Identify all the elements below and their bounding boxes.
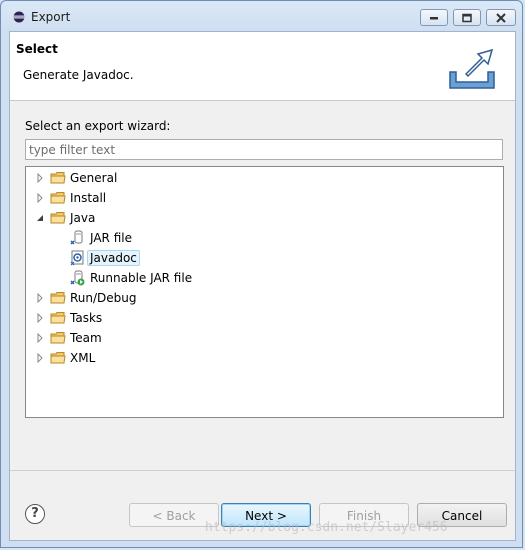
maximize-icon	[462, 13, 472, 22]
tree-item-general[interactable]: General	[35, 168, 117, 188]
tree-item-tasks[interactable]: Tasks	[35, 308, 102, 328]
expand-arrow-icon[interactable]	[35, 353, 45, 363]
tree-item-runnable-jar[interactable]: Runnable JAR file	[70, 268, 192, 288]
export-wizard-label: Select an export wizard:	[25, 119, 171, 133]
folder-icon	[50, 192, 66, 204]
minimize-button[interactable]	[420, 9, 448, 26]
tree-item-label: Run/Debug	[70, 291, 137, 305]
expand-arrow-icon[interactable]	[35, 313, 45, 323]
tree-item-label: JAR file	[90, 231, 132, 245]
tree-item-label: Team	[70, 331, 102, 345]
export-dialog: Export Select Generate Javadoc. Select a…	[0, 0, 523, 548]
wizard-tree[interactable]: General Install Java JAR file Javadoc Ru…	[25, 166, 504, 418]
eclipse-icon	[13, 11, 25, 23]
tree-item-team[interactable]: Team	[35, 328, 102, 348]
next-button[interactable]: Next >	[221, 503, 311, 527]
help-icon[interactable]: ?	[25, 504, 45, 524]
collapse-arrow-icon[interactable]	[35, 213, 45, 223]
button-bar-divider	[10, 470, 515, 471]
folder-icon	[50, 352, 66, 364]
javadoc-icon	[70, 250, 84, 266]
expand-arrow-icon[interactable]	[35, 193, 45, 203]
export-wizard-icon	[449, 48, 495, 89]
maximize-button[interactable]	[453, 9, 481, 26]
jar-file-icon	[70, 230, 83, 245]
wizard-header: Select Generate Javadoc.	[10, 32, 515, 101]
window-title: Export	[31, 10, 71, 24]
tree-item-run-debug[interactable]: Run/Debug	[35, 288, 137, 308]
tree-item-label: Tasks	[70, 311, 103, 325]
tree-item-install[interactable]: Install	[35, 188, 106, 208]
tree-item-label: Javadoc	[87, 250, 140, 266]
expand-arrow-icon[interactable]	[35, 173, 45, 183]
tree-item-xml[interactable]: XML	[35, 348, 95, 368]
expand-arrow-icon[interactable]	[35, 293, 45, 303]
dialog-body: Select Generate Javadoc. Select an expor…	[9, 31, 516, 541]
cancel-button[interactable]: Cancel	[417, 503, 507, 527]
finish-button[interactable]: Finish	[319, 503, 409, 527]
tree-item-label: General	[70, 171, 118, 185]
folder-icon	[50, 332, 66, 344]
tree-item-java[interactable]: Java	[35, 208, 95, 228]
folder-icon	[50, 292, 66, 304]
tree-item-label: XML	[70, 351, 96, 365]
folder-icon	[50, 172, 66, 184]
close-icon	[496, 12, 506, 23]
expand-arrow-icon[interactable]	[35, 333, 45, 343]
title-bar[interactable]: Export	[1, 1, 524, 31]
back-button[interactable]: < Back	[129, 503, 219, 527]
tree-item-label: Runnable JAR file	[90, 271, 193, 285]
page-title: Select	[16, 42, 58, 56]
folder-icon	[50, 212, 66, 224]
filter-input[interactable]	[25, 139, 503, 160]
close-button[interactable]	[486, 9, 516, 26]
tree-item-label: Java	[70, 211, 96, 225]
tree-item-label: Install	[70, 191, 107, 205]
tree-item-javadoc[interactable]: Javadoc	[70, 248, 140, 268]
runnable-jar-icon	[70, 270, 85, 286]
tree-item-jar-file[interactable]: JAR file	[70, 228, 132, 248]
folder-icon	[50, 312, 66, 324]
minimize-icon	[430, 16, 438, 19]
page-description: Generate Javadoc.	[23, 68, 134, 82]
